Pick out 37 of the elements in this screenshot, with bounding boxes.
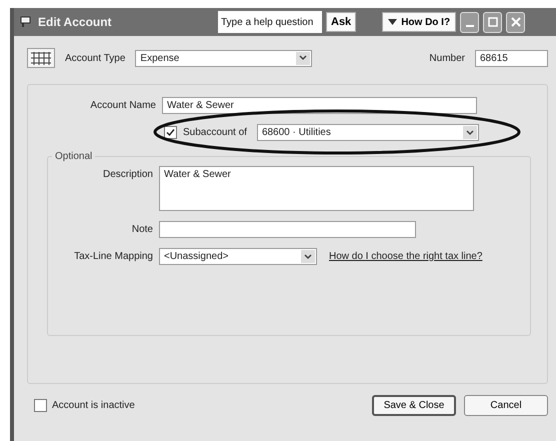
maximize-icon <box>488 17 498 27</box>
field-label: Tax-Line Mapping <box>73 250 153 262</box>
field-label: Number <box>429 52 465 64</box>
field-label: Account Type <box>65 52 126 64</box>
account-type-dropdown[interactable]: Expense <box>135 50 312 66</box>
checkbox[interactable] <box>164 126 177 139</box>
account-name-field[interactable]: Water & Sewer <box>162 97 477 114</box>
number-field[interactable]: 68615 <box>475 50 548 66</box>
chevron-down-icon <box>466 130 474 136</box>
subaccount-dropdown[interactable]: 68600 · Utilities <box>256 124 479 141</box>
field-label: Description <box>102 168 153 180</box>
close-icon <box>510 17 521 27</box>
close-button[interactable] <box>506 12 526 32</box>
ask-button[interactable]: Ask <box>326 12 356 32</box>
field-label: Note <box>130 223 153 235</box>
ledger-icon <box>27 48 55 68</box>
note-field[interactable] <box>159 221 416 238</box>
dialog-button[interactable]: Save & Close <box>372 395 456 416</box>
group-title: Optional <box>54 151 94 162</box>
how-do-i-button[interactable]: How Do I? <box>382 12 456 32</box>
help-link[interactable]: How do I choose the right tax line? <box>329 251 482 262</box>
maximize-button[interactable] <box>483 12 502 32</box>
help-search-field[interactable]: Type a help question <box>218 11 322 33</box>
minimize-icon <box>466 25 474 27</box>
dialog-button[interactable]: Cancel <box>464 395 548 416</box>
field-label: Account Name <box>89 100 156 111</box>
chevron-down-icon <box>299 55 308 61</box>
checkbox-label: Subaccount of <box>183 127 247 138</box>
checkbox[interactable] <box>34 399 47 412</box>
window-title: Edit Account <box>38 15 113 29</box>
minimize-button[interactable] <box>460 12 480 32</box>
checkbox-label: Account is inactive <box>52 400 135 411</box>
description-field[interactable]: Water & Sewer <box>159 166 474 211</box>
tax-line-dropdown[interactable]: <Unassigned> <box>159 248 317 265</box>
window-icon <box>20 16 32 28</box>
caret-icon <box>388 19 398 25</box>
chevron-down-icon <box>304 254 312 260</box>
